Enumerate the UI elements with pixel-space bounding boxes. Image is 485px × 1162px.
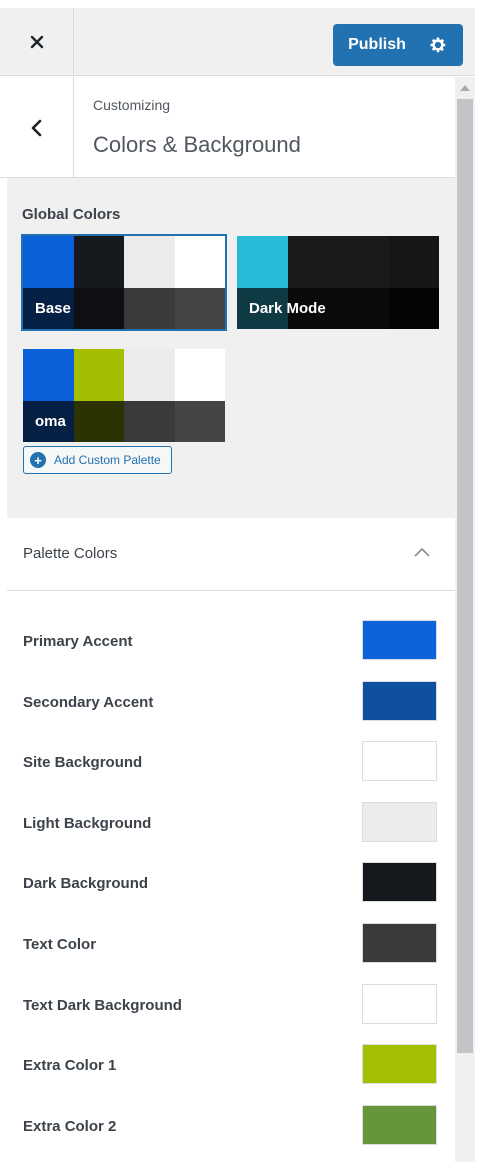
color-swatch-button[interactable] — [362, 1044, 437, 1085]
color-label: Site Background — [23, 754, 143, 772]
section-header: Customizing Colors & Background — [0, 77, 455, 178]
color-swatch-button[interactable] — [362, 801, 437, 842]
color-label: Extra Color 2 — [23, 1117, 117, 1135]
scrollbar[interactable] — [455, 77, 475, 1162]
palette-swatch-shade — [124, 288, 175, 329]
palette-top — [237, 236, 439, 288]
color-swatch-button[interactable] — [362, 923, 437, 963]
customizer-panel: Customizing Colors & Background Global C… — [0, 77, 475, 1162]
color-row: Primary Accent — [0, 614, 455, 674]
color-label: Light Background — [23, 814, 152, 832]
add-custom-palette-label: Add Custom Palette — [54, 453, 161, 467]
palette-name: oma — [35, 413, 66, 430]
add-custom-palette-button[interactable]: + Add Custom Palette — [23, 446, 172, 474]
palette-swatch — [237, 236, 288, 288]
palette-swatch — [23, 236, 74, 288]
palette-swatch-shade — [174, 288, 225, 329]
color-swatch-button[interactable] — [362, 741, 437, 782]
chevron-left-icon — [31, 119, 41, 136]
scroll-up-arrow-icon[interactable] — [455, 81, 475, 95]
palette-name: Base — [35, 300, 71, 317]
plus-circle-icon: + — [30, 452, 46, 468]
global-colors-label: Global Colors — [22, 206, 121, 223]
color-row: Text Dark Background — [0, 978, 455, 1038]
palette-top — [23, 236, 225, 288]
chevron-up-icon — [414, 547, 430, 557]
color-row: Text Color — [0, 917, 455, 977]
color-swatch-button[interactable] — [362, 620, 437, 660]
palette-swatch-shade — [73, 288, 124, 329]
breadcrumb: Customizing — [93, 97, 171, 113]
customizer-header: Publish — [0, 0, 475, 76]
palette-base[interactable]: Base — [21, 234, 227, 331]
global-colors-section: Global Colors Base Dark Mode oma + Add C… — [7, 178, 455, 518]
color-swatch-button[interactable] — [362, 1104, 437, 1145]
palette-swatch — [73, 236, 124, 288]
palette-swatch — [124, 349, 175, 401]
palette-top — [23, 349, 225, 401]
palette-swatch-shade — [124, 401, 175, 442]
scroll-thumb[interactable] — [457, 99, 473, 1053]
color-label: Dark Background — [23, 875, 149, 893]
palette-swatch — [23, 349, 74, 401]
palette-swatch-shade — [174, 401, 225, 442]
gear-icon[interactable] — [421, 24, 455, 66]
palette-swatch-shade — [73, 401, 124, 442]
palette-oma[interactable]: oma — [23, 349, 225, 442]
color-swatch-button[interactable] — [362, 680, 437, 721]
color-row: Light Background — [0, 796, 455, 856]
close-icon — [30, 35, 43, 49]
palette-name: Dark Mode — [249, 300, 326, 317]
palette-colors-label: Palette Colors — [23, 545, 118, 562]
palette-swatch — [73, 349, 124, 401]
color-label: Primary Accent — [23, 633, 133, 650]
palette-swatch — [388, 236, 439, 288]
color-row: Dark Background — [0, 856, 455, 916]
color-label: Secondary Accent — [23, 693, 154, 711]
color-swatch-button[interactable] — [362, 983, 437, 1024]
palette-colors-accordion[interactable]: Palette Colors — [7, 518, 455, 591]
palette-swatch-shade — [388, 288, 439, 329]
close-button[interactable] — [0, 8, 74, 76]
color-swatch-button[interactable] — [362, 862, 437, 903]
publish-label: Publish — [348, 36, 406, 53]
palette-swatch-shade — [338, 288, 389, 329]
color-row: Extra Color 2 — [0, 1099, 455, 1159]
palette-swatch — [124, 236, 175, 288]
page-title: Colors & Background — [93, 132, 301, 157]
color-label: Text Dark Background — [23, 996, 182, 1014]
color-row: Site Background — [0, 735, 455, 795]
palette-swatch — [338, 236, 389, 288]
palette-swatch — [174, 349, 225, 401]
palette-dark-mode[interactable]: Dark Mode — [237, 236, 439, 329]
palette-swatch — [287, 236, 338, 288]
color-row: Extra Color 1 — [0, 1038, 455, 1098]
color-label: Extra Color 1 — [23, 1057, 117, 1075]
publish-button[interactable]: Publish — [333, 24, 463, 66]
palette-swatch — [174, 236, 225, 288]
back-button[interactable] — [0, 77, 74, 178]
color-row: Secondary Accent — [0, 675, 455, 735]
color-label: Text Color — [23, 936, 97, 953]
